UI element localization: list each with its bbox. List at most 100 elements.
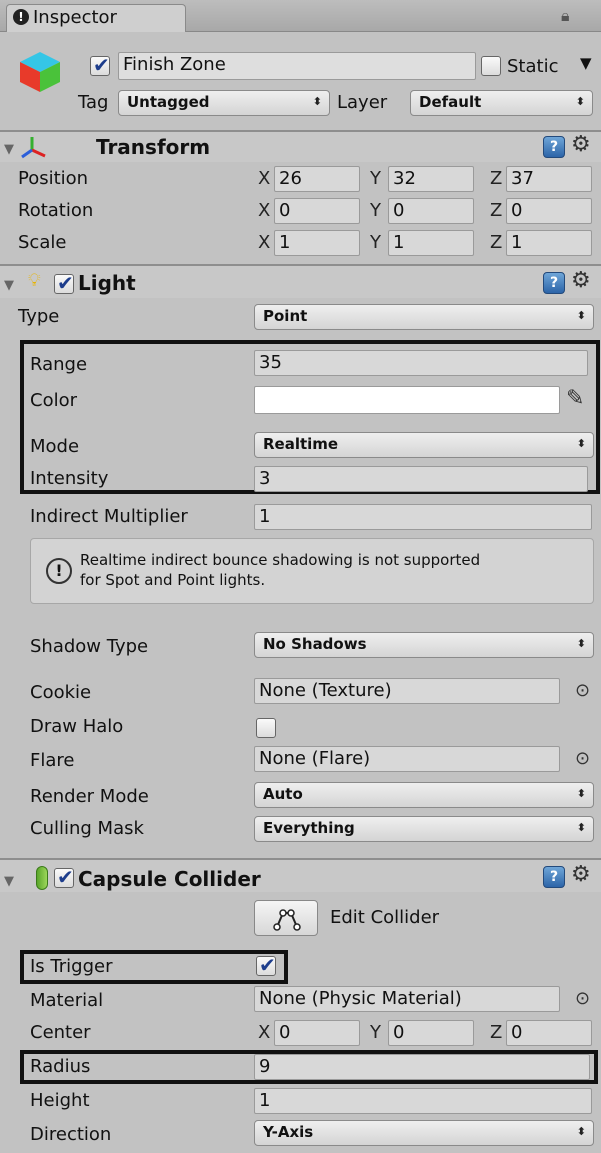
position-x-field[interactable]: 26 [274,166,360,192]
gear-icon[interactable]: ⚙ [571,270,591,292]
transform-header[interactable] [0,130,601,162]
object-name-field[interactable]: Finish Zone [118,52,476,80]
radius-field[interactable]: 9 [254,1054,590,1080]
shadow-type-dropdown[interactable]: No Shadows ⬍ [254,632,594,658]
scale-z-field[interactable]: 1 [506,230,592,256]
scale-y-field[interactable]: 1 [388,230,474,256]
eyedropper-icon[interactable]: ✎ [566,386,584,411]
position-y-field[interactable]: 32 [388,166,474,192]
help-text-line2: for Spot and Point lights. [80,571,266,589]
help-icon[interactable]: ? [543,136,565,158]
row-label: Position [18,168,89,189]
color-label: Color [30,390,77,411]
material-field[interactable]: None (Physic Material) [254,986,560,1012]
color-swatch[interactable] [254,386,560,414]
culling-mask-dropdown[interactable]: Everything ⬍ [254,816,594,842]
intensity-field[interactable]: 3 [254,466,588,492]
edit-collider-label: Edit Collider [330,907,440,928]
type-label: Type [18,306,60,327]
object-picker-icon[interactable]: ⊙ [575,748,590,770]
render-mode-dropdown[interactable]: Auto ⬍ [254,782,594,808]
inspector-tab[interactable]: ! Inspector [6,4,186,32]
axis-z-label[interactable]: Z [490,230,502,256]
axis-z-label[interactable]: Z [490,166,502,192]
type-dropdown[interactable]: Point ⬍ [254,304,594,330]
object-picker-icon[interactable]: ⊙ [575,988,590,1010]
help-icon[interactable]: ? [543,866,565,888]
layer-value: Default [419,93,482,111]
object-picker-icon[interactable]: ⊙ [575,680,590,702]
help-icon[interactable]: ? [543,272,565,294]
range-label: Range [30,354,88,375]
culling-mask-value: Everything [263,819,355,837]
flare-label: Flare [30,750,75,771]
transform-icon [20,134,48,162]
mode-value: Realtime [263,435,339,453]
foldout-arrow-icon[interactable]: ▼ [4,142,14,157]
rotation-x-field[interactable]: 0 [274,198,360,224]
light-title: Light [78,271,136,295]
checkmark-icon: ✔ [57,865,74,889]
center-z-field[interactable]: 0 [506,1020,592,1046]
dropdown-arrows-icon: ⬍ [576,637,586,650]
position-z-field[interactable]: 37 [506,166,592,192]
axis-z-label[interactable]: Z [490,198,502,224]
tag-value: Untagged [127,93,210,111]
light-enabled-checkbox[interactable]: ✔ [54,271,74,295]
center-y-field[interactable]: 0 [388,1020,474,1046]
static-checkbox[interactable] [481,56,501,76]
radius-label: Radius [30,1056,91,1077]
center-x-field[interactable]: 0 [274,1020,360,1046]
rotation-y-field[interactable]: 0 [388,198,474,224]
indirect-multiplier-label: Indirect Multiplier [30,506,188,527]
foldout-arrow-icon[interactable]: ▼ [4,278,14,293]
foldout-arrow-icon[interactable]: ▼ [4,874,14,889]
object-active-checkbox[interactable]: ✔ [90,53,110,77]
axis-x-label[interactable]: X [258,198,270,224]
scale-x-field[interactable]: 1 [274,230,360,256]
height-field[interactable]: 1 [254,1088,592,1114]
rotation-z-field[interactable]: 0 [506,198,592,224]
direction-dropdown[interactable]: Y-Axis ⬍ [254,1120,594,1146]
axis-y-label[interactable]: Y [370,166,381,192]
axis-x-label[interactable]: X [258,230,270,256]
mode-dropdown[interactable]: Realtime ⬍ [254,432,594,458]
is-trigger-checkbox[interactable]: ✔ [256,953,276,977]
gameobject-icon [16,48,64,96]
height-label: Height [30,1090,90,1111]
mode-label: Mode [30,436,80,457]
render-mode-value: Auto [263,785,303,803]
dropdown-arrows-icon: ⬍ [576,787,586,800]
range-field[interactable]: 35 [254,350,588,376]
layer-dropdown[interactable]: Default ⬍ [410,90,593,116]
cookie-label: Cookie [30,682,92,703]
gear-icon[interactable]: ⚙ [571,864,591,886]
help-text-line1: Realtime indirect bounce shadowing is no… [80,551,481,569]
axis-z-label[interactable]: Z [490,1020,502,1046]
dropdown-arrows-icon: ⬍ [312,95,322,108]
material-label: Material [30,990,104,1011]
capsule-icon [36,866,48,890]
direction-label: Direction [30,1124,112,1145]
capsule-collider-title: Capsule Collider [78,867,261,891]
gear-icon[interactable]: ⚙ [571,134,591,156]
axis-x-label[interactable]: X [258,166,270,192]
axis-y-label[interactable]: Y [370,1020,381,1046]
axis-x-label[interactable]: X [258,1020,270,1046]
edit-collider-button[interactable] [254,900,318,936]
cookie-field[interactable]: None (Texture) [254,678,560,704]
axis-y-label[interactable]: Y [370,230,381,256]
collider-enabled-checkbox[interactable]: ✔ [54,865,74,889]
indirect-multiplier-field[interactable]: 1 [254,504,592,530]
center-label: Center [30,1022,91,1043]
flare-field[interactable]: None (Flare) [254,746,560,772]
dropdown-arrows-icon: ⬍ [575,95,585,108]
tag-dropdown[interactable]: Untagged ⬍ [118,90,330,116]
info-icon: ! [46,558,72,584]
render-mode-label: Render Mode [30,786,149,807]
axis-y-label[interactable]: Y [370,198,381,224]
lock-icon[interactable]: 🔒︎ [561,6,570,26]
draw-halo-checkbox[interactable] [256,718,276,738]
draw-halo-label: Draw Halo [30,716,124,737]
static-dropdown-icon[interactable]: ▼ [580,54,592,72]
